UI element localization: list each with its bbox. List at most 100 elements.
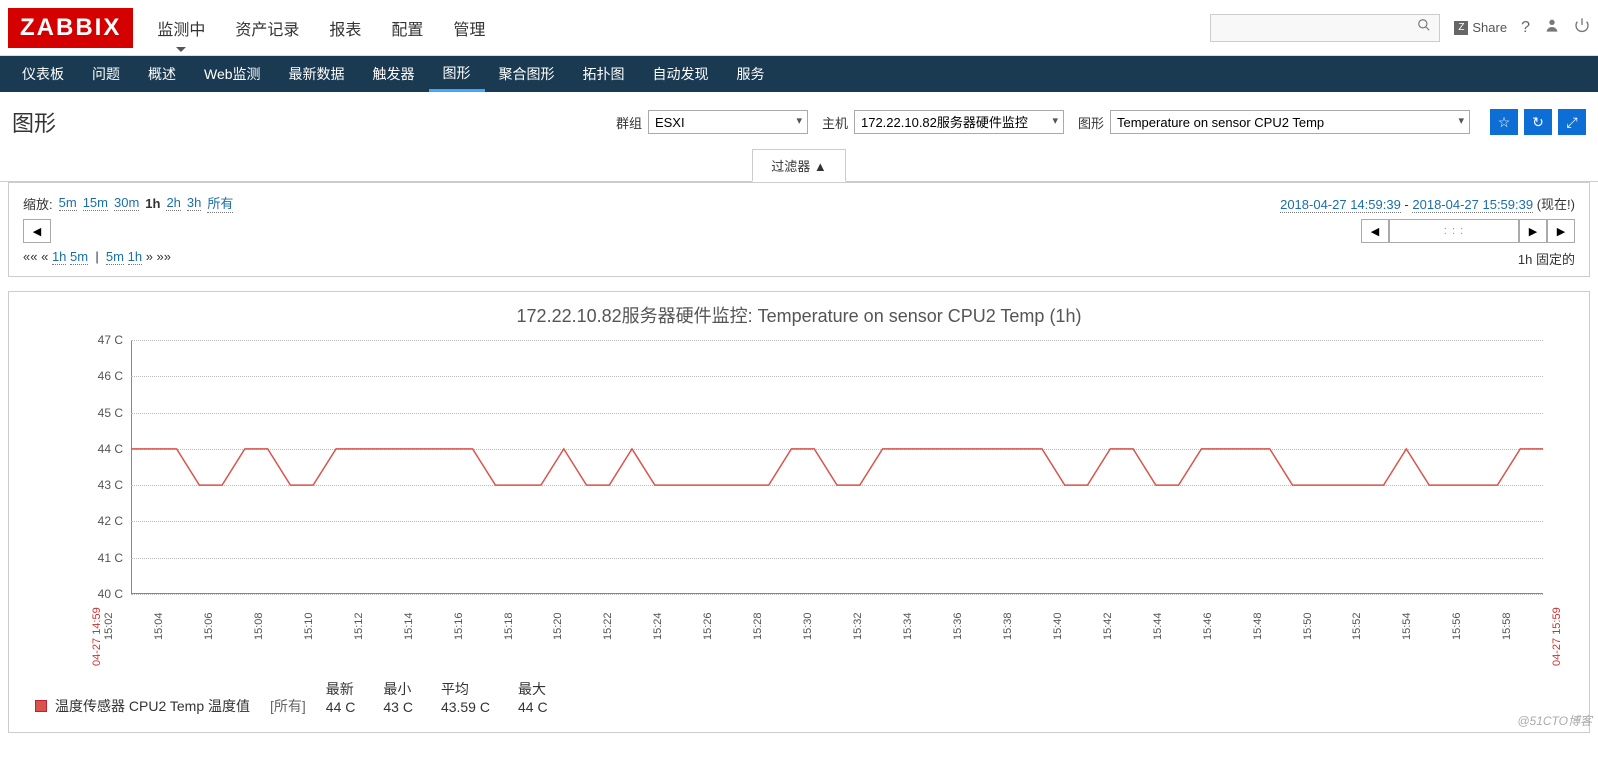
xtick: 15:48: [1252, 598, 1302, 654]
time-range-next[interactable]: ▶: [1519, 219, 1547, 243]
zoom-opt-1h[interactable]: 1h: [145, 196, 160, 211]
zoom-opt-2h[interactable]: 2h: [166, 195, 180, 211]
quick-fwd-5m[interactable]: 5m: [106, 249, 124, 265]
group-select[interactable]: ESXI: [648, 110, 808, 134]
quick-back-1h[interactable]: 1h: [52, 249, 66, 265]
xtick: 15:28: [752, 598, 802, 654]
xtick: 15:10: [303, 598, 353, 654]
xtick: 15:52: [1351, 598, 1401, 654]
main-tab-2[interactable]: 报表: [325, 0, 365, 58]
subnav-item-9[interactable]: 自动发现: [639, 56, 723, 92]
xtick: 15:42: [1102, 598, 1152, 654]
xtick: 15:04: [153, 598, 203, 654]
xtick: 15:30: [802, 598, 852, 654]
x-start-label: 04-27 14:59: [91, 594, 103, 666]
subnav-item-4[interactable]: 最新数据: [275, 56, 359, 92]
main-nav: 监测中资产记录报表配置管理: [153, 0, 489, 58]
host-label: 主机: [822, 113, 848, 132]
favorite-button[interactable]: ☆: [1490, 109, 1518, 135]
subnav-item-1[interactable]: 问题: [78, 56, 134, 92]
xtick: 15:54: [1401, 598, 1451, 654]
main-tab-1[interactable]: 资产记录: [231, 0, 303, 58]
ytick: 46 C: [75, 369, 123, 383]
xtick: 15:58: [1501, 598, 1551, 654]
xtick: 15:36: [952, 598, 1002, 654]
help-icon[interactable]: ?: [1521, 19, 1530, 37]
legend-swatch: [35, 700, 47, 712]
xtick: 15:38: [1002, 598, 1052, 654]
user-icon[interactable]: [1544, 17, 1560, 38]
subnav-item-8[interactable]: 拓扑图: [569, 56, 639, 92]
sub-nav: 仪表板问题概述Web监测最新数据触发器图形聚合图形拓扑图自动发现服务: [0, 56, 1598, 92]
top-bar: ZABBIX 监测中资产记录报表配置管理 ZShare ?: [0, 0, 1598, 56]
subnav-item-2[interactable]: 概述: [134, 56, 190, 92]
xtick: 15:02: [103, 598, 153, 654]
host-select[interactable]: 172.22.10.82服务器硬件监控: [854, 110, 1064, 134]
quick-back-5m[interactable]: 5m: [70, 249, 88, 265]
fullscreen-button[interactable]: ⤢: [1558, 109, 1586, 135]
fixed-label: 1h 固定的: [1518, 249, 1575, 268]
chart-legend: 温度传感器 CPU2 Temp 温度值 [所有] 最新44 C最小43 C平均4…: [35, 680, 1583, 716]
zoom-opt-15m[interactable]: 15m: [83, 195, 108, 211]
zoom-opt-5m[interactable]: 5m: [59, 195, 77, 211]
subnav-item-6[interactable]: 图形: [429, 56, 485, 92]
xtick: 15:50: [1302, 598, 1352, 654]
xtick: 15:26: [702, 598, 752, 654]
date-to[interactable]: 2018-04-27 15:59:39: [1412, 197, 1533, 213]
ytick: 43 C: [75, 478, 123, 492]
xtick: 15:16: [453, 598, 503, 654]
xtick: 15:32: [852, 598, 902, 654]
xtick: 15:24: [652, 598, 702, 654]
search-box[interactable]: [1210, 14, 1440, 42]
filter-panel: 缩放: 5m 15m 30m 1h 2h 3h 所有 2018-04-27 14:59:39…: [8, 182, 1590, 277]
quick-fwd-1h[interactable]: 1h: [128, 249, 142, 265]
time-slider-handle[interactable]: : : :: [1389, 219, 1519, 243]
xtick: 15:56: [1451, 598, 1501, 654]
time-range-prev[interactable]: ◀: [1361, 219, 1389, 243]
page-title: 图形: [12, 106, 56, 138]
time-next-button[interactable]: ▶: [1547, 219, 1575, 243]
legend-col: 最大44 C: [518, 680, 548, 716]
zoom-opt-30m[interactable]: 30m: [114, 195, 139, 211]
time-slider-empty: [51, 219, 1361, 243]
zoom-opt-3h[interactable]: 3h: [187, 195, 201, 211]
logo[interactable]: ZABBIX: [8, 8, 133, 48]
xtick: 15:12: [353, 598, 403, 654]
xtick: 15:18: [503, 598, 553, 654]
main-tab-0[interactable]: 监测中: [153, 0, 209, 58]
date-from[interactable]: 2018-04-27 14:59:39: [1280, 197, 1401, 213]
share-link[interactable]: ZShare: [1454, 20, 1507, 35]
page-header: 图形 群组 ESXI 主机 172.22.10.82服务器硬件监控 图形 Tem…: [0, 92, 1598, 148]
subnav-item-3[interactable]: Web监测: [190, 56, 275, 92]
xtick: 15:20: [552, 598, 602, 654]
chart-title: 172.22.10.82服务器硬件监控: Temperature on sens…: [15, 302, 1583, 328]
power-icon[interactable]: [1574, 17, 1590, 38]
zoom-controls: 缩放: 5m 15m 30m 1h 2h 3h 所有: [23, 193, 233, 213]
time-prev-button[interactable]: ◀: [23, 219, 51, 243]
ytick: 42 C: [75, 514, 123, 528]
main-tab-3[interactable]: 配置: [387, 0, 427, 58]
group-label: 群组: [616, 113, 642, 132]
graph-select[interactable]: Temperature on sensor CPU2 Temp: [1110, 110, 1470, 134]
main-tab-4[interactable]: 管理: [449, 0, 489, 58]
subnav-item-10[interactable]: 服务: [723, 56, 779, 92]
ytick: 41 C: [75, 551, 123, 565]
legend-col: 平均43.59 C: [441, 680, 490, 716]
ytick: 44 C: [75, 442, 123, 456]
zoom-opt-所有[interactable]: 所有: [207, 193, 233, 213]
xtick: 15:46: [1202, 598, 1252, 654]
search-input[interactable]: [1219, 21, 1417, 35]
legend-series-name: 温度传感器 CPU2 Temp 温度值: [55, 696, 250, 716]
subnav-item-0[interactable]: 仪表板: [8, 56, 78, 92]
quick-nav-left: «« « 1h 5m | 5m 1h » »»: [23, 249, 171, 268]
xtick: 15:06: [203, 598, 253, 654]
search-icon[interactable]: [1417, 18, 1431, 37]
filter-toggle[interactable]: 过滤器 ▲: [752, 149, 845, 182]
zoom-label: 缩放:: [23, 194, 53, 213]
refresh-button[interactable]: ↻: [1524, 109, 1552, 135]
chart-plot: 40 C41 C42 C43 C44 C45 C46 C47 C: [75, 334, 1553, 594]
legend-scope: [所有]: [270, 696, 306, 716]
subnav-item-7[interactable]: 聚合图形: [485, 56, 569, 92]
xtick: 15:14: [403, 598, 453, 654]
subnav-item-5[interactable]: 触发器: [359, 56, 429, 92]
